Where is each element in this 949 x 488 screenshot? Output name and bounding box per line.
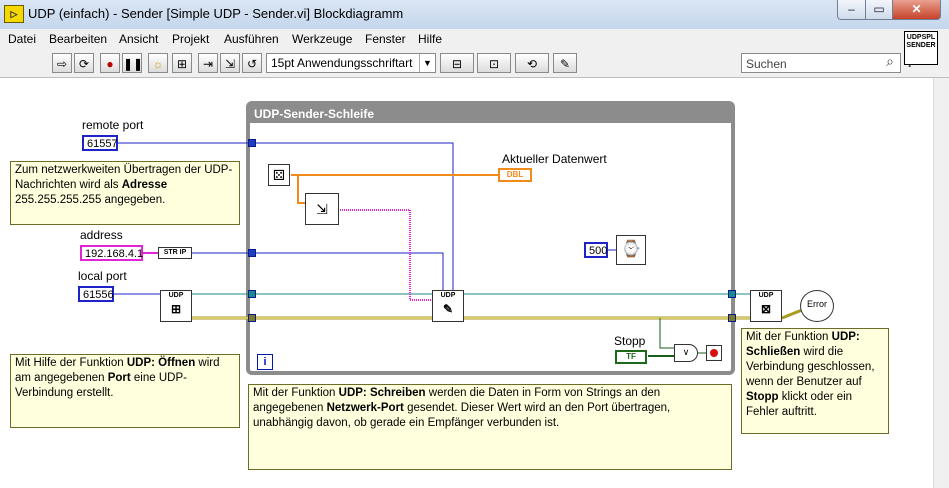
tunnel-address — [248, 249, 256, 257]
comment-address[interactable]: Zum netzwerkweiten Übertragen der UDP- N… — [10, 161, 240, 225]
comment-line: Verbindung geschlossen, — [746, 361, 875, 373]
label-remote-port: remote port — [82, 118, 144, 132]
error-handler-label: Error — [807, 299, 827, 309]
label-address: address — [80, 228, 123, 242]
wire-error-to-or — [659, 318, 674, 349]
comment-udp-open[interactable]: Mit Hilfe der Funktion UDP: Öffnen wird … — [10, 354, 240, 428]
wire-address-ip — [192, 252, 444, 292]
comment-line: Mit der Funktion UDP: — [746, 331, 860, 343]
comment-line: Stopp klickt oder ein — [746, 391, 853, 403]
dice-icon[interactable]: ⚄ — [268, 164, 290, 186]
comment-line: Mit Hilfe der Funktion UDP: Öffnen wird — [15, 357, 220, 369]
comment-line: am angegebenen Port eine UDP- — [15, 372, 187, 384]
udp-write-node[interactable]: UDP ✎ — [432, 290, 464, 322]
wait-timer-icon[interactable]: ⌚ — [616, 235, 646, 265]
remote-port-constant[interactable]: 61557 — [82, 135, 118, 151]
comment-line: angegebenen Netzwerk-Port gesendet. Dies… — [253, 402, 671, 414]
udp-open-node[interactable]: UDP ⊞ — [160, 290, 192, 322]
udp-write-icon: ✎ — [442, 302, 454, 316]
comment-line: Fehler auftritt. — [746, 406, 817, 418]
wait-ms-constant[interactable]: 500 — [584, 242, 608, 258]
stop-condition-icon — [710, 349, 718, 357]
comment-udp-write[interactable]: Mit der Funktion UDP: Schreiben werden d… — [248, 384, 732, 470]
udp-close-icon: ⊠ — [760, 302, 772, 316]
stop-button-terminal[interactable]: TF — [615, 350, 647, 364]
tunnel-refnum-in — [248, 290, 256, 298]
string-to-ip-node[interactable]: STR IP — [158, 247, 192, 259]
udp-close-label: UDP — [758, 292, 774, 299]
tunnel-error-in — [248, 314, 256, 322]
wire-string — [338, 209, 432, 301]
comment-line: Schließen wird die — [746, 346, 844, 358]
format-value-icon[interactable]: ⇲ — [305, 193, 339, 225]
comment-line: Nachrichten wird als Adresse — [15, 179, 168, 191]
udp-open-label: UDP — [168, 292, 184, 299]
udp-close-node[interactable]: UDP ⊠ — [750, 290, 782, 322]
comment-line: unabhängig davon, ob gerade ein Empfänge… — [253, 417, 560, 429]
or-function-node[interactable]: ∨ — [674, 344, 698, 362]
tunnel-remote-port — [248, 139, 256, 147]
udp-write-label: UDP — [440, 292, 456, 299]
comment-line: Zum netzwerkweiten Übertragen der UDP- — [15, 164, 233, 176]
comment-line: 255.255.255.255 angegeben. — [15, 194, 166, 206]
udp-open-icon: ⊞ — [170, 302, 182, 316]
label-local-port: local port — [78, 269, 127, 283]
label-stop: Stopp — [614, 334, 646, 348]
comment-line: wenn der Benutzer auf — [746, 376, 862, 388]
local-port-constant[interactable]: 61556 — [78, 286, 114, 302]
address-constant[interactable]: 192.168.4.1 — [80, 245, 143, 261]
simple-error-handler-node[interactable]: Error — [800, 290, 834, 322]
comment-udp-close[interactable]: Mit der Funktion UDP: Schließen wird die… — [741, 328, 889, 434]
current-value-indicator[interactable]: DBL — [498, 168, 532, 182]
label-current-value: Aktueller Datenwert — [502, 152, 607, 166]
comment-line: Mit der Funktion UDP: Schreiben werden d… — [253, 387, 661, 399]
tunnel-refnum-out — [728, 290, 736, 298]
loop-condition-terminal[interactable] — [706, 345, 722, 361]
comment-line: Verbindung erstellt. — [15, 387, 114, 399]
wire-close-error — [781, 308, 803, 320]
tunnel-error-out — [728, 314, 736, 322]
